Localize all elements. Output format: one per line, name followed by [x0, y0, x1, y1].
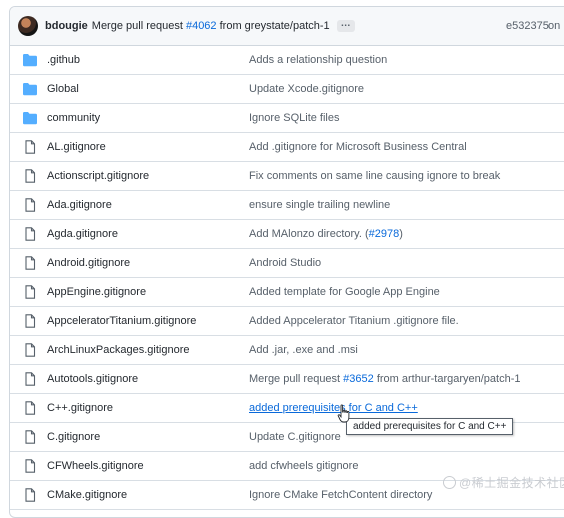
commit-message-text: added prerequisites for C and C++ [249, 402, 418, 414]
folder-icon [22, 82, 38, 96]
file-row[interactable]: Ada.gitignore ensure single trailing newl… [10, 191, 564, 220]
file-name-link[interactable]: Actionscript.gitignore [47, 162, 149, 190]
file-name-link[interactable]: community [47, 104, 100, 132]
commit-message-text: Add .gitignore for Microsoft Business Ce… [249, 141, 467, 153]
expand-commit-button[interactable]: … [336, 19, 355, 32]
commit-message-link[interactable]: Update C.gitignore [249, 423, 341, 451]
file-icon [22, 285, 38, 299]
file-row[interactable]: Actionscript.gitignore Fix comments on sa… [10, 162, 564, 191]
commit-message-tooltip: added prerequisites for C and C++ [346, 418, 514, 435]
file-name-link[interactable]: ArchLinuxPackages.gitignore [47, 336, 189, 364]
commit-message-text: Add .jar, .exe and .msi [249, 344, 358, 356]
file-icon [22, 256, 38, 270]
commit-message-link[interactable]: Fix comments on same line causing ignore… [249, 162, 500, 190]
commit-message-link[interactable]: Merge pull request #3652 from arthur-tar… [249, 365, 521, 393]
commit-message-text: Ignore SQLite files [249, 112, 340, 124]
file-name-link[interactable]: C++.gitignore [47, 394, 113, 422]
commit-message[interactable]: Merge pull request #4062 from greystate/… [92, 20, 330, 32]
file-row[interactable]: ArchLinuxPackages.gitignore Add .jar, .ex… [10, 336, 564, 365]
issue-link[interactable]: #2978 [369, 228, 400, 240]
folder-icon [22, 53, 38, 67]
file-name-link[interactable]: Ada.gitignore [47, 191, 112, 219]
file-icon [22, 430, 38, 444]
commit-message-link[interactable]: Android Studio [249, 249, 321, 277]
issue-link[interactable]: #3652 [343, 373, 374, 385]
commit-message-text: ensure single trailing newline [249, 199, 391, 211]
file-name-link[interactable]: AppEngine.gitignore [47, 278, 146, 306]
commit-message-link[interactable]: Added Appcelerator Titanium .gitignore f… [249, 307, 459, 335]
commit-message-suffix: from greystate/patch-1 [219, 20, 330, 32]
file-row[interactable]: Agda.gitignore Add MAlonzo directory. (#2… [10, 220, 564, 249]
commit-message-text: Ignore CMake FetchContent directory [249, 489, 433, 501]
commit-message-text: Android Studio [249, 257, 322, 269]
file-icon [22, 198, 38, 212]
commit-sha[interactable]: e532375 [506, 7, 549, 45]
file-row[interactable]: Autotools.gitignore Merge pull request #3… [10, 365, 564, 394]
commit-message-link[interactable]: ensure single trailing newline [249, 191, 390, 219]
commit-message-text: Fix comments on same line causing ignore… [249, 170, 501, 182]
file-name-link[interactable]: AL.gitignore [47, 133, 106, 161]
file-name-link[interactable]: C.gitignore [47, 423, 100, 451]
file-browser-panel: bdougie Merge pull request #4062 from gr… [9, 6, 564, 518]
file-name-link[interactable]: Autotools.gitignore [47, 365, 138, 393]
commit-message-text: add cfwheels gitignore [249, 460, 359, 472]
commit-author[interactable]: bdougie [45, 20, 88, 32]
watermark-logo-icon [443, 476, 456, 489]
file-name-link[interactable]: Agda.gitignore [47, 220, 118, 248]
file-name-link[interactable]: Global [47, 75, 79, 103]
file-row[interactable]: AL.gitignore Add .gitignore for Microsoft… [10, 133, 564, 162]
file-icon [22, 169, 38, 183]
file-list: .github Adds a relationship question Globa… [10, 46, 564, 510]
commit-message-text: from arthur-targaryen/patch-1 [373, 373, 521, 385]
file-icon [22, 140, 38, 154]
commit-message-link[interactable]: Ignore SQLite files [249, 104, 340, 132]
commit-message-text: Added template for Google App Engine [249, 286, 440, 298]
commit-pr-link[interactable]: #4062 [186, 20, 217, 32]
commit-message-text: Add MAlonzo directory. ( [249, 228, 369, 240]
commit-message-text: ) [399, 228, 403, 240]
folder-icon [22, 111, 38, 125]
commit-message-text: Added Appcelerator Titanium .gitignore f… [249, 315, 459, 327]
commit-message-link[interactable]: Add .jar, .exe and .msi [249, 336, 358, 364]
file-row[interactable]: community Ignore SQLite files [10, 104, 564, 133]
file-icon [22, 372, 38, 386]
watermark: @稀土掘金技术社区 [443, 474, 564, 491]
file-icon [22, 227, 38, 241]
commit-message-text: Update C.gitignore [249, 431, 341, 443]
file-name-link[interactable]: CMake.gitignore [47, 481, 127, 509]
file-icon [22, 459, 38, 473]
file-name-link[interactable]: .github [47, 46, 80, 74]
commit-message-text: Adds a relationship question [249, 54, 388, 66]
file-name-link[interactable]: Android.gitignore [47, 249, 130, 277]
commit-message-link[interactable]: Add MAlonzo directory. (#2978) [249, 220, 403, 248]
file-row[interactable]: AppEngine.gitignore Added template for Go… [10, 278, 564, 307]
commit-message-text: Merge pull request [249, 373, 344, 385]
commit-message-link[interactable]: add cfwheels gitignore [249, 452, 358, 480]
file-row[interactable]: Global Update Xcode.gitignore [10, 75, 564, 104]
commit-message-text: Update Xcode.gitignore [249, 83, 364, 95]
commit-message-prefix: Merge pull request [91, 20, 183, 32]
file-row[interactable]: Android.gitignore Android Studio [10, 249, 564, 278]
file-name-link[interactable]: AppceleratorTitanium.gitignore [47, 307, 196, 335]
author-avatar[interactable] [18, 16, 38, 36]
hand-pointer-icon [337, 404, 350, 423]
file-row[interactable]: AppceleratorTitanium.gitignore Added Appc… [10, 307, 564, 336]
file-icon [22, 314, 38, 328]
latest-commit-bar: bdougie Merge pull request #4062 from gr… [10, 7, 564, 46]
commit-message-link[interactable]: Update Xcode.gitignore [249, 75, 364, 103]
file-icon [22, 488, 38, 502]
commit-message-link[interactable]: Add .gitignore for Microsoft Business Ce… [249, 133, 467, 161]
file-name-link[interactable]: CFWheels.gitignore [47, 452, 144, 480]
commit-message-link[interactable]: Adds a relationship question [249, 46, 387, 74]
watermark-text: @稀土掘金技术社区 [459, 476, 564, 490]
commit-date-prefix: on [548, 20, 561, 32]
file-icon [22, 401, 38, 415]
file-icon [22, 343, 38, 357]
file-row[interactable]: .github Adds a relationship question [10, 46, 564, 75]
commit-message-link[interactable]: Ignore CMake FetchContent directory [249, 481, 432, 509]
commit-message-link[interactable]: Added template for Google App Engine [249, 278, 440, 306]
